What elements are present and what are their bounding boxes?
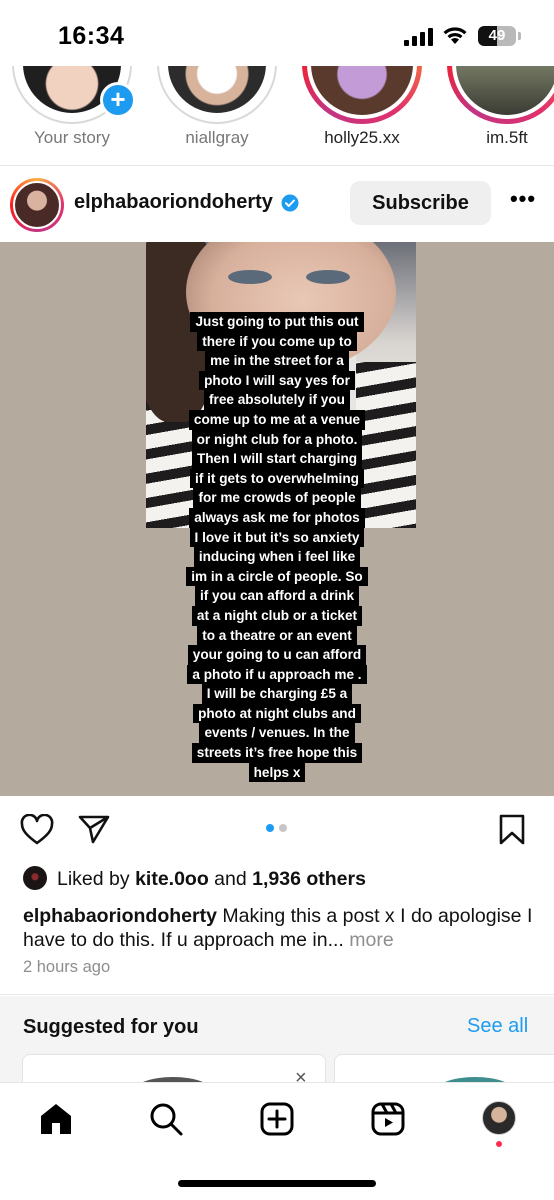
- overlay-text-line: come up to me at a venue: [188, 409, 366, 430]
- overlay-text-line: a photo if u approach me .: [187, 664, 367, 685]
- overlay-text-line: at a night club or a ticket: [191, 605, 363, 626]
- share-send-icon[interactable]: [78, 814, 110, 844]
- overlay-text-line: I love it but it’s so anxiety: [189, 527, 365, 548]
- liker-avatar: [23, 866, 47, 890]
- home-indicator: [178, 1180, 376, 1187]
- post-actions: [0, 796, 554, 864]
- overlay-text-line: I will be charging £5 a: [201, 684, 353, 704]
- battery-tip: [518, 32, 521, 40]
- story-label: im.5ft: [486, 128, 528, 147]
- caption-more-link[interactable]: more: [349, 929, 393, 951]
- overlay-text-line: Just going to put this out: [190, 312, 364, 332]
- likes-count[interactable]: 1,936 others: [252, 868, 366, 890]
- more-options-icon[interactable]: •••: [506, 188, 540, 214]
- story-your-story[interactable]: + Your story: [7, 66, 137, 165]
- carousel-dot: [279, 824, 287, 832]
- see-all-link[interactable]: See all: [467, 1015, 528, 1038]
- overlay-text-line: if you can afford a drink: [194, 586, 360, 606]
- caption-username[interactable]: elphabaoriondoherty: [23, 905, 217, 927]
- story-avatar: [302, 66, 422, 124]
- search-icon[interactable]: [148, 1101, 184, 1137]
- suggested-title: Suggested for you: [23, 1016, 199, 1038]
- profile-avatar[interactable]: [482, 1101, 516, 1135]
- home-icon[interactable]: [38, 1101, 74, 1137]
- overlay-text-line: Then I will start charging: [191, 449, 363, 469]
- text-overlay: Just going to put this out there if you c…: [0, 312, 554, 783]
- reels-icon[interactable]: [370, 1101, 406, 1137]
- likes-summary[interactable]: Liked by kite.0oo and 1,936 others: [23, 866, 543, 892]
- battery-percentage: 49: [488, 27, 506, 44]
- overlay-text-line: inducing when i feel like: [193, 547, 361, 567]
- overlay-text-line: free absolutely if you: [204, 390, 350, 410]
- carousel-dot: [266, 824, 274, 832]
- status-time: 16:34: [58, 22, 125, 50]
- overlay-text-line: or night club for a photo.: [191, 429, 363, 450]
- liker-username[interactable]: kite.0oo: [135, 868, 209, 890]
- save-bookmark-icon[interactable]: [498, 814, 526, 846]
- overlay-text-line: to a theatre or an event: [197, 625, 357, 646]
- carousel-indicator: [266, 824, 290, 832]
- overlay-text-line: your going to u can afford: [187, 645, 367, 665]
- subscribe-button[interactable]: Subscribe: [350, 181, 491, 225]
- likes-text: Liked by kite.0oo and 1,936 others: [57, 868, 366, 890]
- story-im5ft[interactable]: im.5ft: [442, 66, 554, 165]
- overlay-text-line: there if you come up to: [197, 331, 357, 352]
- overlay-text-line: for me crowds of people: [193, 488, 361, 508]
- suggested-card[interactable]: [334, 1054, 554, 1082]
- suggested-card[interactable]: [22, 1054, 326, 1082]
- post-media[interactable]: Just going to put this out there if you c…: [0, 242, 554, 796]
- overlay-text-line: me in the street for a: [205, 351, 349, 371]
- notification-dot: [496, 1141, 502, 1147]
- dismiss-suggestion-icon[interactable]: ×: [295, 1067, 307, 1082]
- create-post-icon[interactable]: [259, 1101, 295, 1137]
- overlay-text-line: photo I will say yes for: [199, 370, 355, 391]
- add-story-icon[interactable]: +: [100, 82, 136, 118]
- story-niallgray[interactable]: niallgray: [152, 66, 282, 165]
- stories-tray: + Your story niallgray holly25.xx im.5ft: [0, 66, 554, 166]
- overlay-text-line: helps x: [248, 762, 306, 783]
- cellular-signal-icon: [404, 28, 433, 46]
- overlay-text-line: streets it’s free hope this: [191, 743, 363, 763]
- post-caption: elphabaoriondoherty Making this a post x…: [23, 904, 533, 952]
- post-timestamp: 2 hours ago: [23, 958, 111, 976]
- battery-icon: 49: [478, 26, 516, 46]
- overlay-text-line: if it gets to overwhelming: [190, 468, 364, 489]
- story-avatar: [157, 66, 277, 124]
- post-header: elphabaoriondoherty Subscribe •••: [0, 166, 554, 242]
- overlay-text-line: photo at night clubs and: [193, 703, 361, 724]
- status-bar: 16:34 49: [0, 0, 554, 66]
- story-label: holly25.xx: [324, 128, 400, 147]
- story-avatar: [447, 66, 554, 124]
- suggested-section: Suggested for you See all ×: [0, 996, 554, 1082]
- post-author-username[interactable]: elphabaoriondoherty: [74, 191, 273, 214]
- overlay-text-line: events / venues. In the: [199, 723, 355, 744]
- like-heart-icon[interactable]: [20, 814, 54, 846]
- story-holly25[interactable]: holly25.xx: [297, 66, 427, 165]
- story-label: Your story: [34, 128, 110, 147]
- verified-badge-icon: [281, 194, 299, 212]
- overlay-text-line: im in a circle of people. So: [186, 566, 368, 587]
- story-label: niallgray: [185, 128, 249, 147]
- post-author-avatar[interactable]: [10, 178, 64, 232]
- divider: [0, 994, 554, 995]
- wifi-icon: [443, 27, 467, 44]
- overlay-text-line: always ask me for photos: [189, 507, 365, 528]
